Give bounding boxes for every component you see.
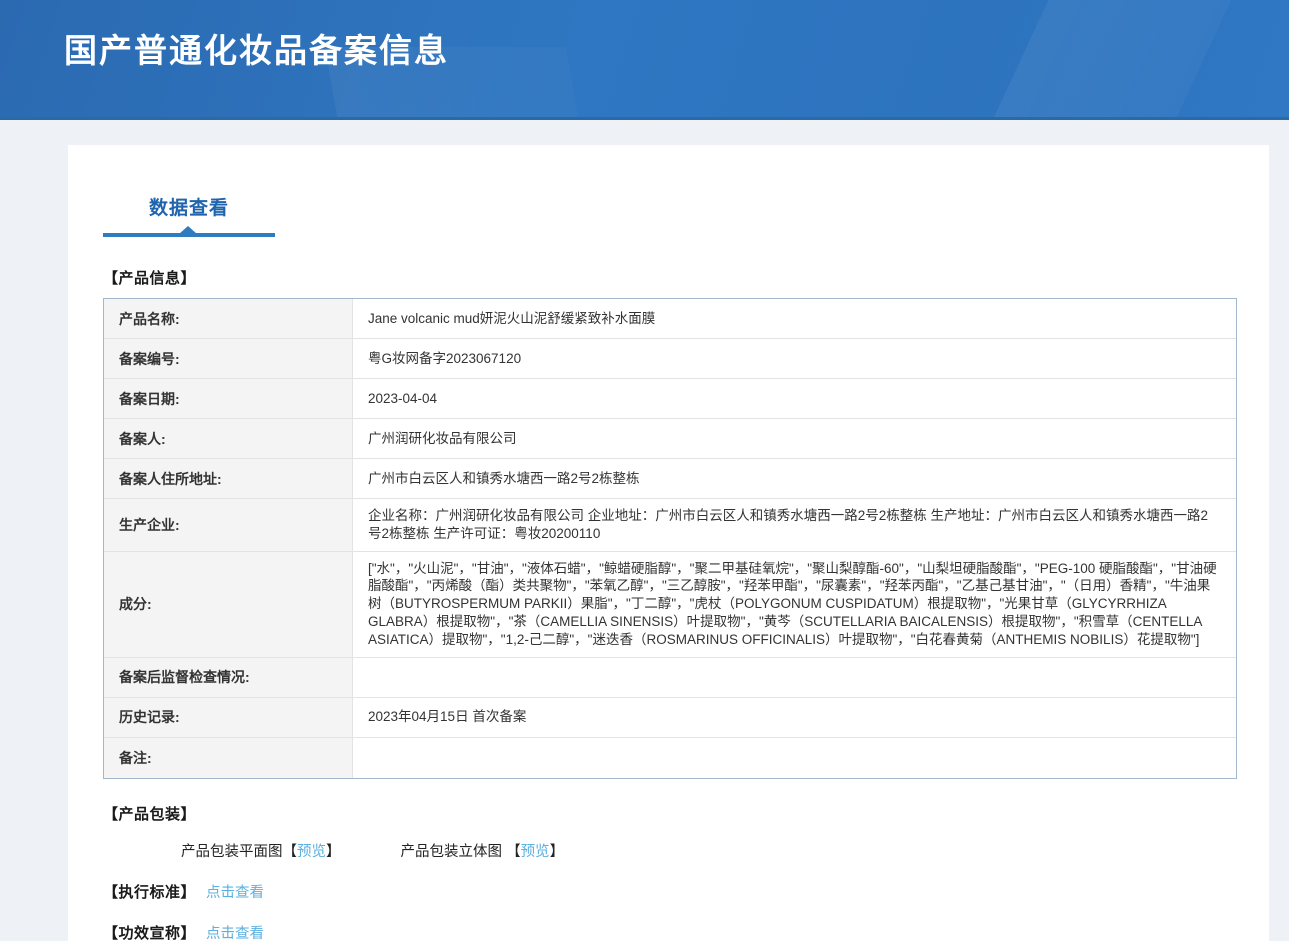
row-value: 广州润研化妆品有限公司 (353, 419, 1236, 458)
package-flat-preview-link[interactable]: 预览 (297, 844, 326, 860)
row-label: 备案后监督检查情况: (104, 658, 353, 697)
row-value (353, 738, 1236, 778)
table-row-product-name: 产品名称: Jane volcanic mud妍泥火山泥舒缓紧致补水面膜 (104, 299, 1236, 339)
table-row-registration-date: 备案日期: 2023-04-04 (104, 379, 1236, 419)
caret-up-icon (179, 226, 197, 234)
table-row-history: 历史记录: 2023年04月15日 首次备案 (104, 698, 1236, 738)
execution-standard-view-link[interactable]: 点击查看 (206, 881, 264, 902)
row-label: 成分: (104, 552, 353, 657)
table-row-registrant-address: 备案人住所地址: 广州市白云区人和镇秀水塘西一路2号2栋整栋 (104, 459, 1236, 499)
row-label: 备案编号: (104, 339, 353, 378)
product-info-table: 产品名称: Jane volcanic mud妍泥火山泥舒缓紧致补水面膜 备案编… (103, 298, 1237, 779)
row-label: 历史记录: (104, 698, 353, 737)
header-decoration-right (869, 0, 1289, 120)
page-title: 国产普通化妆品备案信息 (64, 24, 449, 72)
package-3d-preview-link[interactable]: 预览 (521, 844, 550, 860)
tab-baseline-divider (103, 238, 1237, 240)
row-label: 生产企业: (104, 499, 353, 551)
section-execution-standard: 【执行标准】 (103, 881, 196, 902)
row-value: 广州市白云区人和镇秀水塘西一路2号2栋整栋 (353, 459, 1236, 498)
section-product-package: 【产品包装】 (103, 803, 1237, 824)
row-value (353, 658, 1236, 697)
efficacy-claim-view-link[interactable]: 点击查看 (206, 922, 264, 941)
section-product-info: 【产品信息】 (103, 267, 1237, 288)
package-flat-item: 产品包装平面图【预览】 (181, 844, 345, 860)
bracket-close: 】 (550, 844, 565, 860)
row-label: 备案人: (104, 419, 353, 458)
execution-standard-row: 【执行标准】 点击查看 (103, 881, 1237, 902)
table-row-registration-number: 备案编号: 粤G妆网备字2023067120 (104, 339, 1236, 379)
package-3d-label: 产品包装立体图 (401, 844, 507, 860)
section-efficacy-claim: 【功效宣称】 (103, 922, 196, 941)
row-label: 产品名称: (104, 299, 353, 338)
row-label: 备案日期: (104, 379, 353, 418)
tab-bar: 数据查看 (103, 175, 1237, 241)
package-preview-row: 产品包装平面图【预览】 产品包装立体图 【预览】 (181, 840, 1237, 861)
row-label: 备注: (104, 738, 353, 778)
content-card: 数据查看 【产品信息】 产品名称: Jane volcanic mud妍泥火山泥… (68, 145, 1269, 941)
table-row-remarks: 备注: (104, 738, 1236, 778)
package-3d-item: 产品包装立体图 【预览】 (401, 844, 565, 860)
row-value: ["水"，"火山泥"，"甘油"，"液体石蜡"，"鲸蜡硬脂醇"，"聚二甲基硅氧烷"… (353, 552, 1236, 657)
bracket-close: 】 (326, 844, 341, 860)
table-row-ingredients: 成分: ["水"，"火山泥"，"甘油"，"液体石蜡"，"鲸蜡硬脂醇"，"聚二甲基… (104, 552, 1236, 658)
row-value: Jane volcanic mud妍泥火山泥舒缓紧致补水面膜 (353, 299, 1236, 338)
tab-data-view[interactable]: 数据查看 (103, 175, 275, 237)
table-row-registrant: 备案人: 广州润研化妆品有限公司 (104, 419, 1236, 459)
row-value: 企业名称：广州润研化妆品有限公司 企业地址：广州市白云区人和镇秀水塘西一路2号2… (353, 499, 1236, 551)
tab-active-underline (103, 233, 275, 237)
bracket-open: 【 (283, 844, 298, 860)
table-row-manufacturer: 生产企业: 企业名称：广州润研化妆品有限公司 企业地址：广州市白云区人和镇秀水塘… (104, 499, 1236, 552)
row-value: 2023年04月15日 首次备案 (353, 698, 1236, 737)
package-flat-label: 产品包装平面图 (181, 844, 283, 860)
tab-data-view-label: 数据查看 (149, 193, 229, 220)
page-header: 国产普通化妆品备案信息 (0, 0, 1289, 120)
bracket-open: 【 (506, 844, 521, 860)
efficacy-claim-row: 【功效宣称】 点击查看 (103, 922, 1237, 941)
row-label: 备案人住所地址: (104, 459, 353, 498)
row-value: 粤G妆网备字2023067120 (353, 339, 1236, 378)
row-value: 2023-04-04 (353, 379, 1236, 418)
table-row-supervision-check: 备案后监督检查情况: (104, 658, 1236, 698)
